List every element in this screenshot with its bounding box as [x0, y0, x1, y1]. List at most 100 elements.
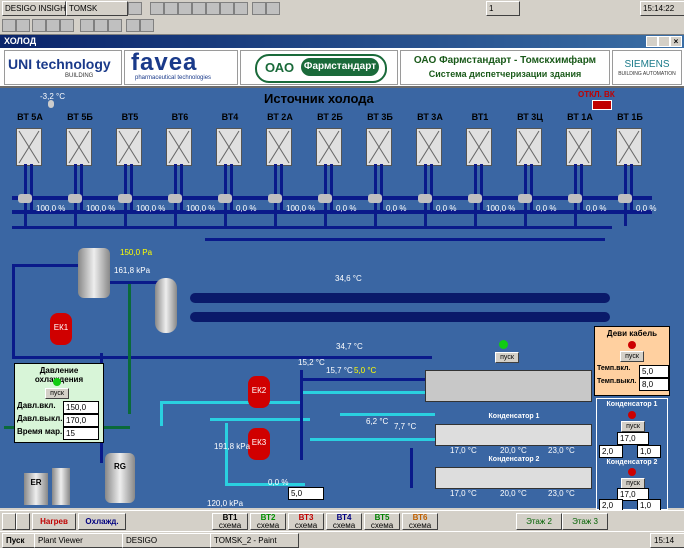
air-handler-unit[interactable]: [366, 128, 392, 166]
valve-icon[interactable]: [518, 194, 532, 203]
air-handler-unit[interactable]: [216, 128, 242, 166]
nav-home-icon[interactable]: [2, 513, 16, 530]
alarm-indicator[interactable]: [592, 100, 612, 110]
nav-list-icon[interactable]: [16, 513, 30, 530]
tank-rg[interactable]: RG: [105, 453, 135, 503]
air-handler-unit[interactable]: [166, 128, 192, 166]
cable-row-value[interactable]: 8,0: [639, 378, 669, 391]
thermometer-icon: [48, 100, 54, 108]
settings-icon[interactable]: [234, 2, 248, 15]
tank-ek1[interactable]: ЕК1: [50, 313, 72, 345]
project-selector[interactable]: TOMSK: [66, 1, 128, 16]
list-icon[interactable]: [192, 2, 206, 15]
air-handler-unit[interactable]: [116, 128, 142, 166]
tank-er[interactable]: ER: [24, 473, 48, 505]
task-desigo[interactable]: DESIGO: [122, 533, 211, 548]
return-pipe: [530, 164, 533, 214]
back-icon[interactable]: [32, 19, 46, 32]
window-count[interactable]: 1: [486, 1, 520, 16]
air-handler-unit[interactable]: [416, 128, 442, 166]
start-menu-button[interactable]: Пуск: [2, 533, 35, 548]
unit-label: ВТ 2Б: [317, 112, 343, 122]
floor3-button[interactable]: Этаж 3: [562, 513, 608, 530]
help-icon[interactable]: [220, 2, 234, 15]
event-icon[interactable]: [266, 2, 280, 15]
valve-position: 100,0 %: [36, 204, 66, 213]
info-icon[interactable]: [140, 19, 154, 32]
unit-label: ВТ 5А: [17, 112, 43, 122]
cooling-row-value[interactable]: 170,0: [63, 414, 99, 427]
valve-icon[interactable]: [118, 194, 132, 203]
logo-band: UNI technology BUILDING favea pharmaceut…: [0, 48, 684, 88]
cond1-led: [628, 411, 636, 419]
scheme-button[interactable]: ВТ5 схема: [364, 513, 400, 530]
display-icon[interactable]: [164, 2, 178, 15]
home-icon[interactable]: [60, 19, 74, 32]
tank-ek2[interactable]: ЕК2: [248, 376, 270, 408]
pharmstandard-logo: ОАО Фармстандарт: [240, 50, 398, 85]
air-handler-unit[interactable]: [516, 128, 542, 166]
task-paint[interactable]: TOMSK_2 - Paint: [210, 533, 299, 548]
nav-icon[interactable]: [2, 19, 16, 32]
setpoint-50[interactable]: 5,0: [288, 487, 324, 500]
condenser1-unit[interactable]: [435, 424, 592, 446]
valve-icon[interactable]: [68, 194, 82, 203]
maximize-icon[interactable]: [658, 36, 670, 47]
cooling-row-value[interactable]: 150,0: [63, 401, 99, 414]
fit-icon[interactable]: [108, 19, 122, 32]
heating-button[interactable]: Нагрев: [32, 513, 76, 530]
cond1-start-button[interactable]: пуск: [621, 421, 645, 432]
cooling-start-button[interactable]: пуск: [45, 388, 69, 399]
cond1-setpoint[interactable]: 17,0: [617, 432, 649, 445]
valve-icon[interactable]: [618, 194, 632, 203]
cooling-pressure-panel: Давление охлаждения пуск Давл.вкл.150,0Д…: [14, 363, 104, 443]
start-button[interactable]: пуск: [495, 352, 519, 363]
valve-icon[interactable]: [168, 194, 182, 203]
plant-icon[interactable]: [16, 19, 30, 32]
open-icon[interactable]: [150, 2, 164, 15]
window-icon[interactable]: [128, 2, 142, 15]
air-handler-unit[interactable]: [266, 128, 292, 166]
close-icon[interactable]: ×: [670, 36, 682, 47]
valve-icon[interactable]: [268, 194, 282, 203]
valve-icon[interactable]: [318, 194, 332, 203]
pressure-top: 150,0 Pa: [120, 248, 153, 257]
minimize-icon[interactable]: [646, 36, 658, 47]
forward-icon[interactable]: [46, 19, 60, 32]
refresh-icon[interactable]: [126, 19, 140, 32]
scheme-button[interactable]: ВТ6 схема: [402, 513, 438, 530]
air-handler-unit[interactable]: [616, 128, 642, 166]
app-title-button[interactable]: DESIGO INSIGHT: [2, 1, 71, 16]
cond1-a[interactable]: 2,0: [599, 445, 623, 458]
tank-ek3[interactable]: ЕК3: [248, 428, 270, 460]
valve-icon[interactable]: [18, 194, 32, 203]
valve-icon[interactable]: [468, 194, 482, 203]
air-handler-unit[interactable]: [316, 128, 342, 166]
task-plant-viewer[interactable]: Plant Viewer: [34, 533, 123, 548]
condenser1-label: Конденсатор 1: [488, 413, 540, 420]
air-handler-unit[interactable]: [66, 128, 92, 166]
cable-start-button[interactable]: пуск: [620, 351, 644, 362]
scheme-button[interactable]: ВТ1 схема: [212, 513, 248, 530]
air-handler-unit[interactable]: [466, 128, 492, 166]
floor2-button[interactable]: Этаж 2: [516, 513, 562, 530]
print-icon[interactable]: [80, 19, 94, 32]
valve-icon[interactable]: [218, 194, 232, 203]
search-icon[interactable]: [206, 2, 220, 15]
scheme-button[interactable]: ВТ3 схема: [288, 513, 324, 530]
zoom-icon[interactable]: [94, 19, 108, 32]
valve-icon[interactable]: [368, 194, 382, 203]
condenser2-unit[interactable]: [435, 467, 592, 489]
alarm-icon[interactable]: [252, 2, 266, 15]
cable-row-value[interactable]: 5,0: [639, 365, 669, 378]
scheme-button[interactable]: ВТ2 схема: [250, 513, 286, 530]
cooling-row-value[interactable]: 15: [63, 427, 99, 440]
scheme-button[interactable]: ВТ4 схема: [326, 513, 362, 530]
valve-icon[interactable]: [418, 194, 432, 203]
valve-icon[interactable]: [568, 194, 582, 203]
air-handler-unit[interactable]: [566, 128, 592, 166]
cooling-button[interactable]: Охлажд.: [78, 513, 126, 530]
air-handler-unit[interactable]: [16, 128, 42, 166]
cond1-b[interactable]: 1,0: [637, 445, 661, 458]
image-icon[interactable]: [178, 2, 192, 15]
